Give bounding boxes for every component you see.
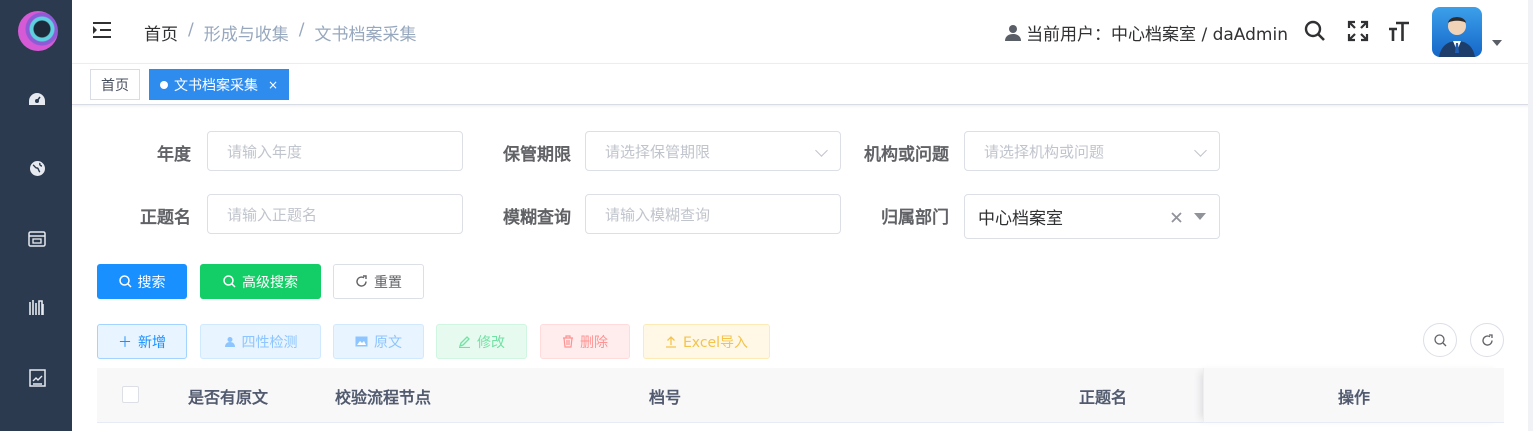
trash-icon <box>563 335 573 348</box>
top-navbar: 首页 / 形成与收集 / 文书档案采集 当前用户：中心档案室 / daAdmin <box>72 0 1533 64</box>
fullscreen-icon[interactable] <box>1345 18 1371 44</box>
breadcrumb-collection: 形成与收集 <box>203 25 289 45</box>
column-has-original[interactable]: 是否有原文 <box>188 368 268 423</box>
clear-icon[interactable] <box>1171 212 1182 223</box>
chevron-down-icon <box>1194 144 1207 157</box>
chevron-down-icon[interactable] <box>1492 40 1502 46</box>
breadcrumb-home[interactable]: 首页 <box>144 20 178 45</box>
column-title[interactable]: 正题名 <box>1079 368 1127 423</box>
tags-view: 首页 文书档案采集 × <box>72 64 1533 105</box>
fuzzy-placeholder: 请输入模糊查询 <box>605 205 711 224</box>
breadcrumb-separator: / <box>298 20 305 40</box>
original-label: 原文 <box>374 334 402 351</box>
close-icon[interactable]: × <box>268 78 278 92</box>
edit-icon <box>458 336 470 348</box>
toggle-search-button[interactable] <box>1423 323 1457 357</box>
four-check-label: 四性检测 <box>241 334 298 351</box>
year-input[interactable]: 请输入年度 <box>207 131 463 171</box>
table-header: 是否有原文 校验流程节点 档号 正题名 操作 <box>97 368 1504 423</box>
select-all-checkbox[interactable] <box>122 386 139 403</box>
image-icon <box>355 336 368 347</box>
breadcrumb: 首页 / 形成与收集 / 文书档案采集 <box>144 20 416 45</box>
search-button[interactable]: 搜索 <box>97 264 187 299</box>
reset-button[interactable]: 重置 <box>333 264 424 299</box>
retention-select[interactable]: 请选择保管期限 <box>585 131 841 171</box>
search-button-label: 搜索 <box>137 274 166 291</box>
edit-button[interactable]: 修改 <box>436 324 527 359</box>
scrollbar[interactable] <box>1528 0 1533 431</box>
tab-home[interactable]: 首页 <box>90 69 140 100</box>
caret-down-icon <box>1194 213 1206 220</box>
fuzzy-input[interactable]: 请输入模糊查询 <box>585 194 841 234</box>
dashboard-icon[interactable] <box>26 88 48 110</box>
excel-import-label: Excel导入 <box>682 334 749 351</box>
four-check-button[interactable]: 四性检测 <box>200 324 321 359</box>
refresh-icon <box>356 275 367 287</box>
active-dot-icon <box>160 80 168 89</box>
menu-toggle-icon[interactable] <box>92 21 112 43</box>
user-icon <box>224 336 235 347</box>
delete-label: 删除 <box>580 334 608 351</box>
year-placeholder: 请输入年度 <box>227 142 303 161</box>
bookshelf-icon[interactable] <box>26 296 48 318</box>
column-actions: 操作 <box>1338 387 1371 407</box>
title-placeholder: 请输入正题名 <box>227 205 318 224</box>
org-select[interactable]: 请选择机构或问题 <box>964 131 1220 171</box>
chevron-down-icon <box>815 144 828 157</box>
globe-icon[interactable] <box>26 157 48 179</box>
plus-icon: ＋ <box>118 334 132 351</box>
advanced-search-button[interactable]: 高级搜索 <box>200 264 321 299</box>
edit-label: 修改 <box>477 334 505 351</box>
dept-select[interactable]: 中心档案室 <box>964 194 1220 239</box>
fuzzy-label: 模糊查询 <box>503 208 571 228</box>
excel-import-button[interactable]: Excel导入 <box>643 324 770 359</box>
org-placeholder: 请选择机构或问题 <box>984 142 1105 161</box>
column-workflow-node[interactable]: 校验流程节点 <box>335 368 431 423</box>
search-icon[interactable] <box>1302 18 1328 44</box>
logo[interactable] <box>18 11 58 51</box>
advanced-search-label: 高级搜索 <box>242 274 298 291</box>
archive-box-icon[interactable] <box>26 227 48 249</box>
original-button[interactable]: 原文 <box>333 324 424 359</box>
refresh-button[interactable] <box>1470 323 1504 357</box>
title-label: 正题名 <box>140 208 191 228</box>
sidebar <box>0 0 72 431</box>
font-size-icon[interactable] <box>1386 18 1412 44</box>
add-button[interactable]: ＋ 新增 <box>97 324 187 359</box>
retention-placeholder: 请选择保管期限 <box>605 142 711 161</box>
avatar[interactable] <box>1432 7 1482 57</box>
search-icon <box>118 275 132 288</box>
search-icon <box>1433 333 1446 346</box>
dept-label: 归属部门 <box>881 208 949 228</box>
retention-label: 保管期限 <box>503 145 571 165</box>
org-label: 机构或问题 <box>864 145 949 165</box>
tab-home-label: 首页 <box>101 77 129 94</box>
dept-value: 中心档案室 <box>978 209 1063 229</box>
add-label: 新增 <box>138 334 166 351</box>
search-icon <box>223 275 236 288</box>
tab-document-collection[interactable]: 文书档案采集 × <box>149 69 290 100</box>
current-user: 当前用户：中心档案室 / daAdmin <box>1004 20 1288 45</box>
year-label: 年度 <box>157 145 191 165</box>
refresh-icon <box>1481 333 1493 346</box>
title-input[interactable]: 请输入正题名 <box>207 194 463 234</box>
reset-label: 重置 <box>374 274 402 291</box>
tab-document-collection-label: 文书档案采集 <box>174 77 258 94</box>
column-archive-number[interactable]: 档号 <box>649 368 681 423</box>
user-icon <box>1005 24 1022 41</box>
fixed-actions-column: 操作 <box>1203 368 1504 423</box>
delete-button[interactable]: 删除 <box>540 324 630 359</box>
current-user-label: 当前用户：中心档案室 / daAdmin <box>1026 25 1288 45</box>
breadcrumb-current: 文书档案采集 <box>314 25 417 45</box>
report-icon[interactable] <box>26 367 48 389</box>
upload-icon <box>665 336 676 348</box>
breadcrumb-separator: / <box>188 20 194 40</box>
